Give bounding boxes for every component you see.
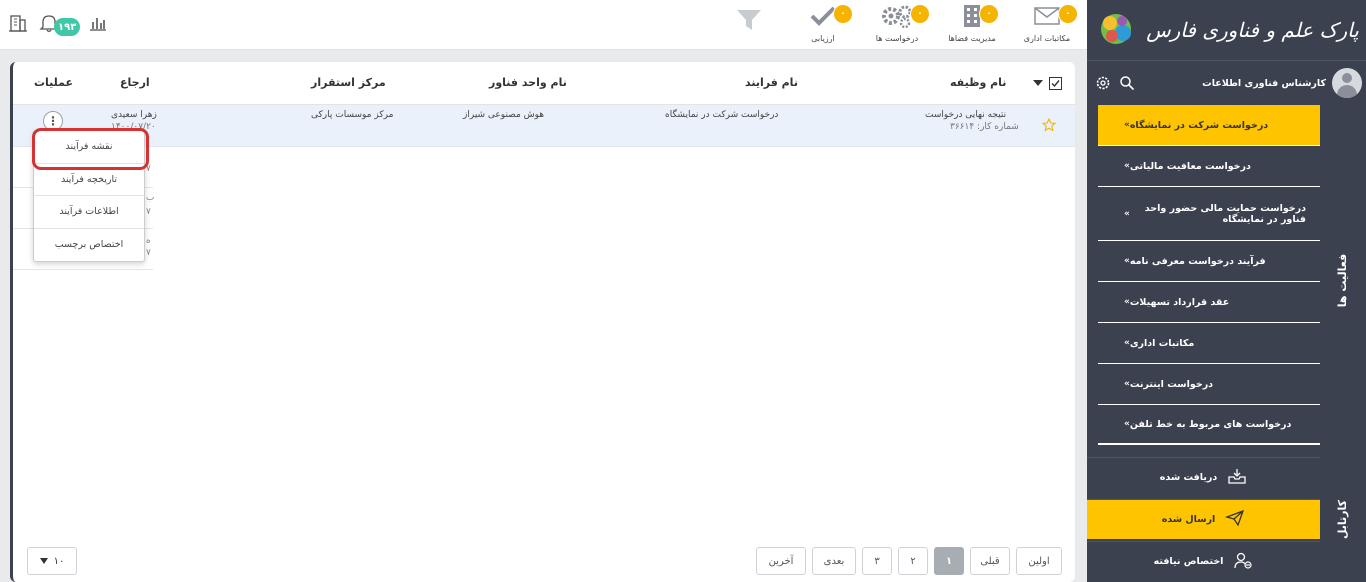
activities-list: درخواست شرکت در نمایشگاه» درخواست معافیت… xyxy=(1098,105,1320,445)
envelope-icon xyxy=(1033,5,1061,30)
hidden-cell-fragment: ۷ xyxy=(146,207,151,217)
task-name-cell[interactable]: نتیجه نهایی درخواست xyxy=(925,110,1006,120)
chart-icon[interactable] xyxy=(88,13,108,36)
activity-item[interactable]: عقد قرارداد تسهیلات» xyxy=(1098,282,1320,322)
tech-unit-cell: هوش مصنوعی شیراز xyxy=(463,110,545,120)
hidden-cell-fragment: ۷ xyxy=(146,164,151,174)
activity-item[interactable]: درخواست شرکت در نمایشگاه» xyxy=(1098,105,1320,145)
menu-item-process-map[interactable]: نقشه فرآیند xyxy=(34,131,144,164)
topbar-item-evaluation[interactable]: ۰ ارزیابی xyxy=(788,4,858,48)
next-page-button[interactable]: بعدی xyxy=(812,547,856,575)
topbar-item-label: درخواست ها xyxy=(875,34,919,43)
gear-icon[interactable] xyxy=(1095,75,1111,94)
park-logo[interactable]: پارک علم و فناوری فارس xyxy=(1087,0,1366,60)
page-1-button[interactable]: ۱ xyxy=(934,547,964,575)
row-actions-button[interactable]: ⋮ xyxy=(43,111,63,131)
logo-emblem-icon xyxy=(1094,9,1138,52)
topbar-item-label: مدیریت فضاها xyxy=(948,34,996,43)
task-number: شماره کار: ۳۶۶۱۴ xyxy=(950,122,1019,132)
send-icon xyxy=(1225,509,1245,530)
activity-item[interactable]: درخواست حمایت مالی حضور واحد فناور در نم… xyxy=(1098,187,1320,240)
logo-text: پارک علم و فناوری فارس xyxy=(1146,18,1359,42)
menu-item-process-info[interactable]: اطلاعات فرآیند xyxy=(34,196,144,229)
col-tech-unit[interactable]: نام واحد فناور xyxy=(489,76,567,89)
gears-icon xyxy=(880,4,914,31)
topbar-item-correspondence[interactable]: ۰ مکاتبات اداری xyxy=(1012,4,1082,48)
topbar-item-label: ارزیابی xyxy=(811,34,835,43)
filter-icon[interactable] xyxy=(736,8,762,35)
col-location[interactable]: مرکز استقرار xyxy=(311,76,386,89)
row-divider xyxy=(13,269,153,270)
space-management-badge: ۰ xyxy=(979,4,999,24)
right-sidebar: پارک علم و فناوری فارس کارشناس فناوری اط… xyxy=(1087,0,1366,582)
top-left-tools: ۱۹۳ xyxy=(8,12,108,36)
notification-count-badge: ۱۹۳ xyxy=(54,18,81,36)
table-row[interactable]: ⋮ زهرا سعیدی ۱۴۰۰/۰۷/۲۰ مرکز موسسات پارک… xyxy=(13,105,1075,147)
first-page-button[interactable]: اولین xyxy=(1016,547,1062,575)
hidden-cell-fragment: ه xyxy=(146,236,151,246)
last-page-button[interactable]: آخرین xyxy=(756,547,806,575)
double-chevron-icon: » xyxy=(1124,338,1130,348)
evaluation-badge: ۰ xyxy=(833,4,853,24)
double-chevron-icon: » xyxy=(1124,379,1130,389)
menu-item-assign-label[interactable]: اختصاص برچسب xyxy=(34,229,144,262)
col-assignee[interactable]: ارجاع xyxy=(120,76,150,89)
double-chevron-icon: » xyxy=(1124,297,1130,307)
unassigned-user-icon xyxy=(1233,551,1253,572)
double-chevron-icon: » xyxy=(1124,120,1130,130)
inbox-icon xyxy=(1227,467,1247,488)
menu-item-process-history[interactable]: تاریخچه فرآیند xyxy=(34,164,144,196)
hidden-cell-fragment: ب xyxy=(146,193,155,203)
prev-page-button[interactable]: قبلی xyxy=(970,547,1010,575)
checkmark-icon xyxy=(810,5,836,30)
correspondence-badge: ۰ xyxy=(1058,4,1078,24)
building-outline-icon[interactable] xyxy=(8,13,28,36)
activity-item[interactable]: فرآیند درخواست معرفی نامه» xyxy=(1098,241,1320,281)
activity-item[interactable]: درخواست معافیت مالیاتی» xyxy=(1098,146,1320,186)
col-task-name[interactable]: نام وظیفه xyxy=(950,76,1006,89)
row-context-menu: نقشه فرآیند تاریخچه فرآیند اطلاعات فرآین… xyxy=(33,130,145,262)
tab-activities[interactable]: فعالیت ها xyxy=(1320,105,1366,455)
activity-item[interactable]: مکاتبات اداری» xyxy=(1098,323,1320,363)
topbar-item-label: مکاتبات اداری xyxy=(1023,34,1071,43)
search-icon[interactable] xyxy=(1119,75,1135,94)
topbar-item-space-management[interactable]: ۰ مدیریت فضاها xyxy=(937,4,1007,48)
location-cell: مرکز موسسات پارکی xyxy=(311,110,394,120)
double-chevron-icon: » xyxy=(1124,208,1130,219)
cartable-item-received[interactable]: دریافت شده xyxy=(1087,457,1320,497)
page-3-button[interactable]: ۳ xyxy=(862,547,892,575)
pagination: آخرین بعدی ۳ ۲ ۱ قبلی اولین xyxy=(756,547,1062,575)
table-header: عملیات ارجاع مرکز استقرار نام واحد فناور… xyxy=(13,62,1075,105)
task-list-panel: عملیات ارجاع مرکز استقرار نام واحد فناور… xyxy=(10,62,1075,582)
user-name: کارشناس فناوری اطلاعات xyxy=(1202,78,1326,89)
favorite-star-icon[interactable] xyxy=(1041,117,1057,135)
assignee-name: زهرا سعیدی xyxy=(111,110,157,120)
double-chevron-icon: » xyxy=(1124,419,1130,429)
cartable-item-unassigned[interactable]: اختصاص نیافته xyxy=(1087,541,1320,581)
double-chevron-icon: » xyxy=(1124,256,1130,266)
cartable-item-sent[interactable]: ارسال شده xyxy=(1087,499,1320,539)
col-actions: عملیات xyxy=(34,76,74,89)
page-size-value: ۱۰ xyxy=(53,555,65,567)
activity-item[interactable]: درخواست اینترنت» xyxy=(1098,364,1320,404)
hidden-cell-fragment: ۷ xyxy=(146,248,151,258)
col-process-name[interactable]: نام فرایند xyxy=(745,76,798,89)
sort-chevron-down-icon[interactable] xyxy=(1033,79,1043,90)
user-bar: کارشناس فناوری اطلاعات xyxy=(1087,60,1366,105)
process-name-cell: درخواست شرکت در نمایشگاه xyxy=(665,110,779,120)
tab-cartable[interactable]: کارتابل xyxy=(1320,457,1366,582)
requests-badge: ۰ xyxy=(910,4,930,24)
double-chevron-icon: » xyxy=(1124,161,1130,171)
top-bar: ۱۹۳ ۰ ارزیابی ۰ درخواست ها ۰ مدیریت فضاه… xyxy=(0,0,1087,50)
activity-item[interactable]: درخواست های مربوط به خط تلفن» xyxy=(1098,405,1320,443)
select-all-checkbox[interactable] xyxy=(1049,77,1062,93)
avatar[interactable] xyxy=(1332,68,1362,98)
page-2-button[interactable]: ۲ xyxy=(898,547,928,575)
page-size-select[interactable]: ۱۰ xyxy=(27,547,77,575)
topbar-item-requests[interactable]: ۰ درخواست ها xyxy=(862,4,932,48)
chevron-down-icon xyxy=(39,556,48,567)
notification-button[interactable]: ۱۹۳ xyxy=(38,12,81,36)
